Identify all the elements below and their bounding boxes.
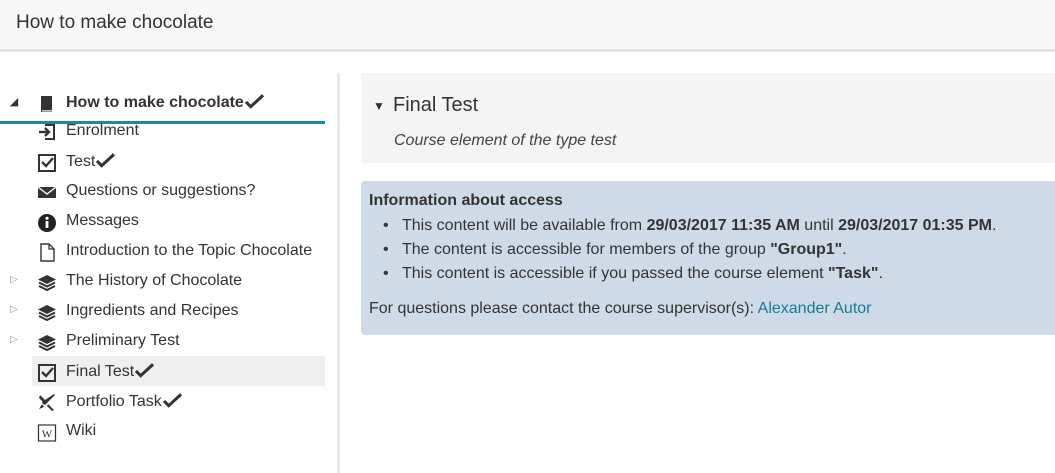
wiki-icon: W	[37, 422, 57, 442]
course-title: How to make chocolate	[16, 12, 214, 33]
contact-line: For questions please contact the course …	[369, 300, 872, 317]
tree-item-questions-or-suggestions[interactable]: Questions or suggestions?	[0, 176, 330, 206]
collapse-caret-icon[interactable]: ▼	[373, 99, 385, 113]
portfolio-icon	[37, 392, 57, 412]
tree-item-label: Final Test	[66, 362, 155, 381]
tree-item-messages[interactable]: Messages	[0, 206, 330, 236]
tree-item-label: Preliminary Test	[66, 332, 180, 349]
passed-check-icon	[162, 393, 182, 408]
tree-item-preliminary-test[interactable]: ▷ Preliminary Test	[0, 326, 330, 356]
tree-item-label: Wiki	[66, 422, 97, 439]
tree-item-portfolio-task[interactable]: Portfolio Task	[0, 386, 330, 416]
expand-toggle-icon[interactable]: ▷	[8, 304, 20, 316]
test-checkbox-icon	[37, 152, 57, 172]
access-info-item: The content is accessible for members of…	[383, 238, 996, 262]
tree-item-label: Ingredients and Recipes	[66, 302, 239, 319]
passed-check-icon	[96, 153, 116, 168]
access-info-box: Information about access This content wi…	[361, 181, 1055, 335]
info-icon	[37, 212, 57, 232]
enrolment-icon	[37, 122, 57, 142]
tree-item-label: The History of Chocolate	[66, 272, 243, 289]
page-icon	[37, 242, 57, 262]
access-info-item: This content will be available from 29/0…	[383, 214, 996, 238]
svg-text:W: W	[42, 429, 53, 441]
access-info-list: This content will be available from 29/0…	[383, 214, 996, 286]
course-book-icon	[41, 96, 52, 112]
tree-item-label: Questions or suggestions?	[66, 182, 256, 199]
element-description: Course element of the type test	[394, 132, 617, 149]
supervisor-link[interactable]: Alexander Autor	[758, 300, 872, 317]
tree-item-label: Enrolment	[66, 122, 139, 139]
tree-item-the-history-of-chocolate[interactable]: ▷ The History of Chocolate	[0, 266, 330, 296]
expand-toggle-icon[interactable]: ▷	[8, 334, 20, 346]
access-info-item: This content is accessible if you passed…	[383, 262, 996, 286]
envelope-icon	[37, 182, 57, 202]
tree-root-label: How to make chocolate	[66, 93, 264, 112]
test-checkbox-icon	[37, 362, 57, 382]
tree-item-final-test[interactable]: Final Test	[32, 356, 325, 386]
tree-item-test[interactable]: Test	[0, 146, 330, 176]
layers-icon	[37, 272, 57, 292]
tree-item-label: Portfolio Task	[66, 392, 182, 411]
course-menu: ◢ How to make chocolate Enrolment Test Que…	[0, 73, 340, 473]
tree-item-label: Test	[66, 152, 116, 171]
passed-check-icon	[135, 363, 155, 378]
access-info-title: Information about access	[369, 192, 563, 209]
tree-item-label: Messages	[66, 212, 139, 229]
tree-item-introduction-to-the-topic-chocolate[interactable]: Introduction to the Topic Chocolate	[0, 236, 330, 266]
element-title: Final Test	[393, 94, 479, 116]
layers-icon	[37, 332, 57, 352]
collapse-toggle-icon[interactable]: ◢	[8, 96, 20, 108]
tree-item-label: Introduction to the Topic Chocolate	[66, 242, 313, 259]
tree-item-enrolment[interactable]: Enrolment	[0, 116, 330, 146]
element-header: ▼ Final Test Course element of the type …	[361, 73, 1055, 163]
layers-icon	[37, 302, 57, 322]
expand-toggle-icon[interactable]: ▷	[8, 274, 20, 286]
course-header: How to make chocolate	[0, 0, 1055, 52]
passed-check-icon	[244, 94, 264, 109]
tree-item-ingredients-and-recipes[interactable]: ▷ Ingredients and Recipes	[0, 296, 330, 326]
tree-item-wiki[interactable]: W Wiki	[0, 416, 330, 446]
